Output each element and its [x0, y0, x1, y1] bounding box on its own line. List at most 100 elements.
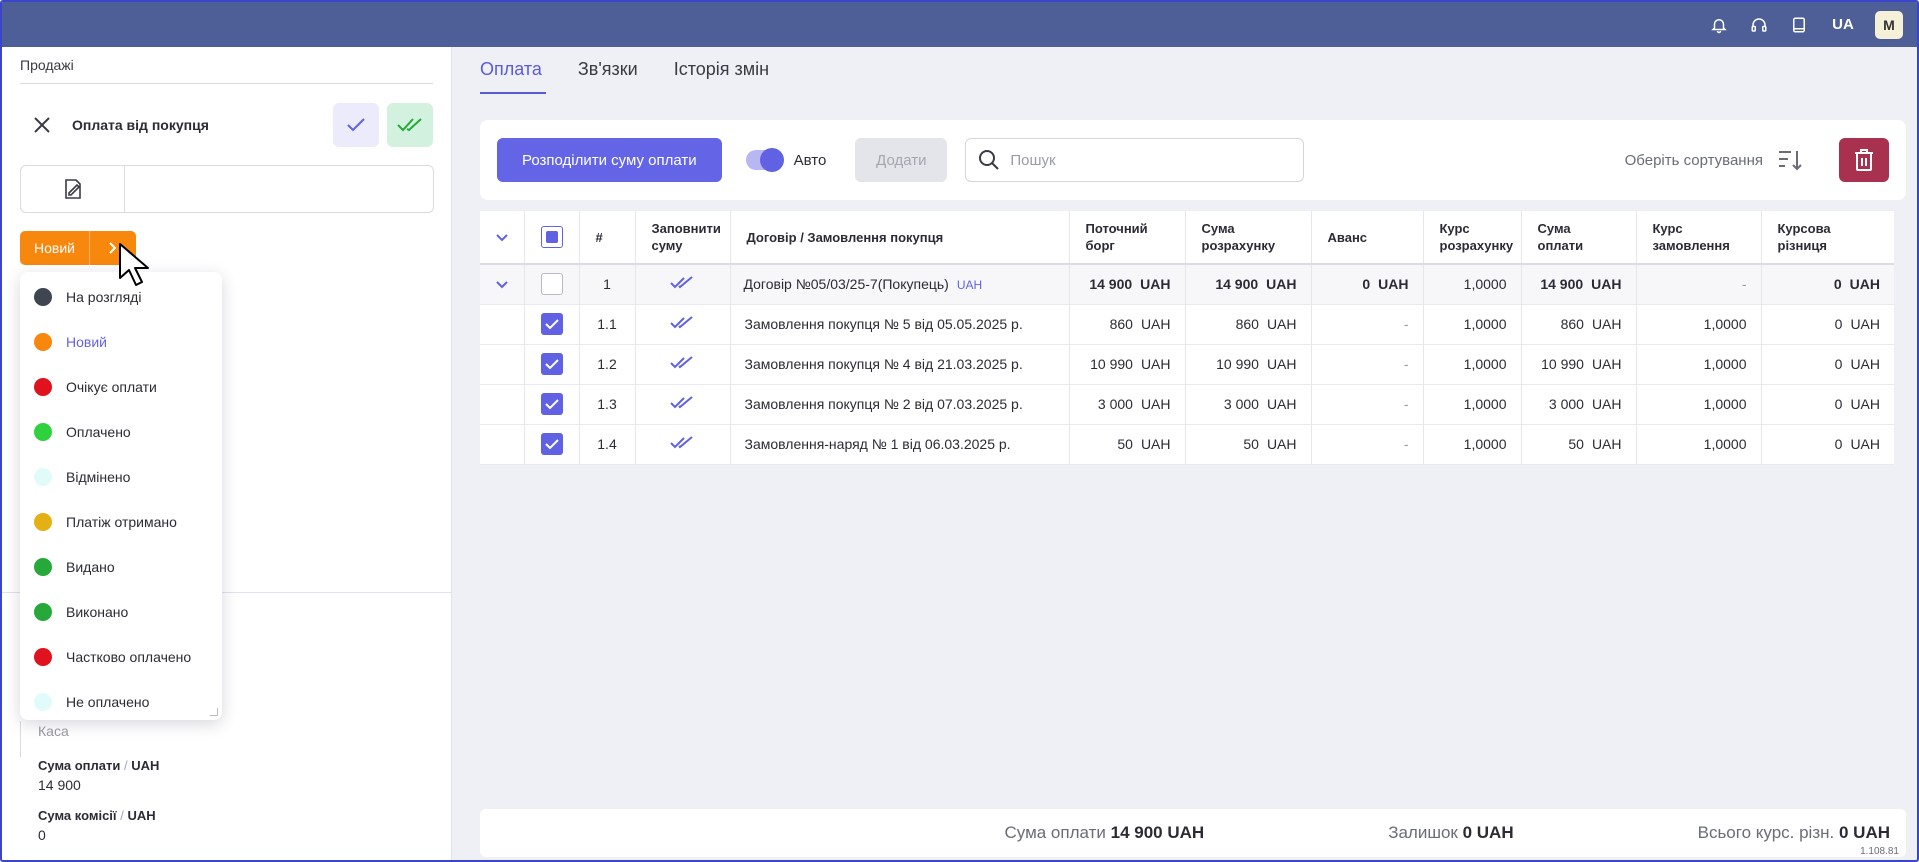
status-option[interactable]: Новий — [20, 319, 222, 364]
status-option[interactable]: Виконано — [20, 589, 222, 634]
calc-amount-cell[interactable]: 10 990 UAH — [1185, 344, 1312, 385]
status-option-label: Відмінено — [66, 468, 131, 485]
status-option[interactable]: Частково оплачено — [20, 634, 222, 679]
expand-all-icon[interactable] — [480, 211, 525, 265]
distribute-amount-button[interactable]: Розподілити суму оплати — [497, 138, 722, 182]
search-icon — [979, 150, 1000, 170]
search-input[interactable] — [1010, 151, 1271, 169]
book-icon[interactable] — [1779, 5, 1819, 45]
fill-amount-icon[interactable] — [635, 344, 731, 385]
contract-cell[interactable]: Договір №05/03/25-7(Покупець) UAH — [730, 264, 1070, 305]
table-row[interactable]: 1.4 Замовлення-наряд № 1 від 06.03.2025 р… — [480, 424, 1894, 465]
order-rate-cell: 1,0000 — [1636, 424, 1762, 465]
contract-cell[interactable]: Замовлення покупця № 5 від 05.05.2025 р. — [730, 304, 1070, 345]
status-option-label: Оплачено — [66, 423, 131, 440]
advance-cell: - — [1311, 304, 1424, 345]
calc-amount-cell[interactable]: 860 UAH — [1185, 304, 1312, 345]
fill-amount-icon[interactable] — [635, 304, 731, 345]
breadcrumb[interactable]: Продажі — [20, 57, 74, 73]
contract-cell[interactable]: Замовлення-наряд № 1 від 06.03.2025 р. — [730, 424, 1070, 465]
save-button[interactable] — [333, 103, 379, 147]
cash-register-field[interactable]: Каса — [20, 721, 69, 757]
save-and-close-button[interactable] — [387, 103, 433, 147]
delete-button[interactable] — [1839, 138, 1889, 182]
add-button[interactable]: Додати — [855, 138, 948, 182]
row-checkbox[interactable] — [524, 264, 580, 305]
collapse-icon[interactable] — [480, 264, 525, 305]
status-option-label: На розгляді — [66, 288, 142, 305]
calc-rate-cell: 1,0000 — [1423, 344, 1522, 385]
debt-cell: 3 000 UAH — [1069, 384, 1186, 425]
sort-icon[interactable] — [1775, 145, 1805, 175]
calc-rate-cell: 1,0000 — [1423, 264, 1522, 305]
row-checkbox[interactable] — [524, 384, 580, 425]
select-all-checkbox[interactable] — [524, 211, 580, 265]
status-dot-icon — [34, 422, 52, 441]
calc-rate-cell: 1,0000 — [1423, 304, 1522, 345]
status-option[interactable]: Відмінено — [20, 454, 222, 499]
status-option[interactable]: Платіж отримано — [20, 499, 222, 544]
search-box[interactable] — [965, 138, 1305, 182]
col-pay-amount: Сума оплати — [1521, 211, 1637, 265]
status-option-label: Очікує оплати — [66, 378, 157, 395]
advance-cell: 0 UAH — [1311, 264, 1424, 305]
row-checkbox[interactable] — [524, 344, 580, 385]
commission-amount-label: Сума комісії / UAH — [38, 808, 156, 823]
order-rate-cell: 1,0000 — [1636, 304, 1762, 345]
rate-diff-cell: 0 UAH — [1761, 344, 1894, 385]
status-label[interactable]: Новий — [20, 231, 90, 265]
payment-amount-field[interactable]: Сума оплати / UAH 14 900 — [38, 758, 159, 793]
row-checkbox[interactable] — [524, 424, 580, 465]
fill-amount-icon[interactable] — [635, 424, 731, 465]
language-switch[interactable]: UA — [1819, 16, 1867, 33]
avatar[interactable]: M — [1875, 10, 1903, 39]
calc-amount-cell[interactable]: 50 UAH — [1185, 424, 1312, 465]
payment-amount-label: Сума оплати / UAH — [38, 758, 160, 773]
fill-amount-icon[interactable] — [635, 384, 731, 425]
tab-history[interactable]: Історія змін — [674, 59, 769, 94]
order-rate-cell: 1,0000 — [1636, 344, 1762, 385]
advance-cell: - — [1311, 384, 1424, 425]
status-dot-icon — [34, 287, 52, 306]
attachment-area[interactable] — [125, 166, 433, 212]
row-num: 1.2 — [579, 344, 636, 385]
table-header: # Заповнити суму Договір / Замовлення пок… — [480, 211, 1894, 265]
table-row-parent[interactable]: 1 Договір №05/03/25-7(Покупець) UAH 14 90… — [480, 264, 1894, 305]
rate-diff-cell: 0 UAH — [1761, 264, 1894, 305]
row-checkbox[interactable] — [524, 304, 580, 345]
status-option[interactable]: Не оплачено — [20, 679, 222, 724]
row-num: 1.1 — [579, 304, 636, 345]
calc-rate-cell: 1,0000 — [1423, 384, 1522, 425]
table-row[interactable]: 1.3 Замовлення покупця № 2 від 07.03.2025… — [480, 384, 1894, 425]
status-option[interactable]: Видано — [20, 544, 222, 589]
attach-file-icon[interactable] — [21, 166, 125, 212]
table-row[interactable]: 1.2 Замовлення покупця № 4 від 21.03.2025… — [480, 344, 1894, 385]
headset-icon[interactable] — [1739, 5, 1779, 45]
auto-toggle[interactable] — [745, 148, 784, 172]
top-bar: UA M — [2, 2, 1917, 47]
tab-payment[interactable]: Оплата — [480, 59, 546, 94]
status-dot-icon — [34, 602, 52, 621]
status-option[interactable]: Очікує оплати — [20, 364, 222, 409]
tab-links[interactable]: Зв'язки — [578, 59, 638, 94]
rate-diff-cell: 0 UAH — [1761, 384, 1894, 425]
calc-amount-cell[interactable]: 3 000 UAH — [1185, 384, 1312, 425]
status-dot-icon — [34, 647, 52, 666]
bell-icon[interactable] — [1699, 5, 1739, 45]
calc-amount-cell[interactable]: 14 900 UAH — [1185, 264, 1312, 305]
table-row[interactable]: 1.1 Замовлення покупця № 5 від 05.05.2025… — [480, 304, 1894, 345]
currency-tag: UAH — [956, 278, 983, 293]
status-option-label: Новий — [66, 333, 107, 350]
debt-cell: 860 UAH — [1069, 304, 1186, 345]
close-icon[interactable] — [20, 103, 64, 147]
sort-label[interactable]: Оберіть сортування — [1625, 152, 1763, 169]
commission-amount-field[interactable]: Сума комісії / UAH 0 — [38, 808, 156, 843]
contract-cell[interactable]: Замовлення покупця № 4 від 21.03.2025 р. — [730, 344, 1070, 385]
toolbar: Розподілити суму оплати Авто Додати Обер… — [480, 120, 1906, 200]
fill-amount-icon[interactable] — [635, 264, 731, 305]
status-option-label: Видано — [66, 558, 115, 575]
col-debt: Поточний борг — [1069, 211, 1186, 265]
resize-handle[interactable] — [210, 708, 218, 716]
status-option[interactable]: Оплачено — [20, 409, 222, 454]
contract-cell[interactable]: Замовлення покупця № 2 від 07.03.2025 р. — [730, 384, 1070, 425]
